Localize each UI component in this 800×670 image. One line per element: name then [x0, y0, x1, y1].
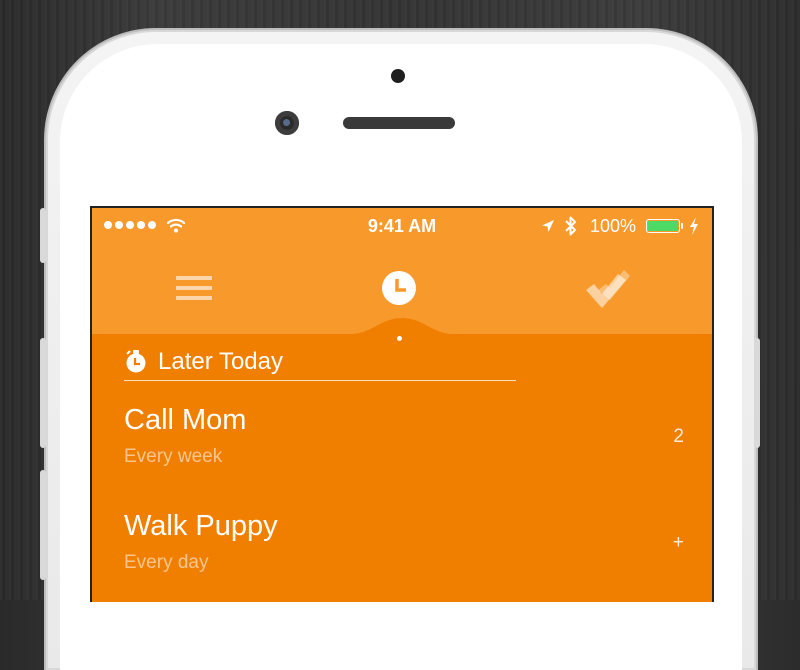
battery-tip: [681, 223, 683, 229]
earpiece-speaker: [343, 117, 455, 129]
task-row[interactable]: Walk Puppy Every day +: [124, 510, 694, 600]
section-later-today[interactable]: Later Today: [124, 344, 516, 381]
task-title: Call Mom: [124, 404, 247, 436]
task-count: 2: [673, 426, 684, 447]
charging-bolt-icon: [690, 217, 698, 235]
task-recurrence: Every day: [124, 552, 209, 573]
alarm-clock-icon: [126, 350, 146, 373]
proximity-sensor: [391, 69, 405, 83]
task-recurrence: Every week: [124, 446, 223, 467]
front-camera: [275, 111, 299, 135]
bluetooth-icon: [565, 216, 576, 236]
power-button: [754, 338, 760, 448]
battery-percent: 100%: [590, 216, 637, 236]
task-title: Walk Puppy: [124, 510, 278, 542]
section-title: Later Today: [158, 348, 283, 375]
clock-icon: [382, 271, 416, 305]
menu-icon: [176, 276, 212, 300]
battery-fill: [648, 221, 678, 231]
active-tab-indicator: [397, 336, 402, 341]
battery-icon: [646, 219, 680, 233]
task-add-button[interactable]: +: [673, 532, 684, 554]
app-screen: 9:41 AM 100% Later Today Call Mom Every …: [90, 206, 714, 602]
mute-switch: [40, 470, 46, 580]
menu-button[interactable]: [164, 258, 224, 318]
volume-down-button: [40, 338, 46, 448]
done-checkmarks-icon: [586, 270, 630, 308]
later-tab-button[interactable]: [369, 258, 429, 318]
task-row[interactable]: Call Mom Every week 2: [124, 404, 694, 494]
status-bar: 9:41 AM 100%: [92, 208, 712, 244]
done-tab-button[interactable]: [577, 258, 637, 318]
location-arrow-icon: [542, 220, 554, 232]
volume-up-button: [40, 208, 46, 263]
